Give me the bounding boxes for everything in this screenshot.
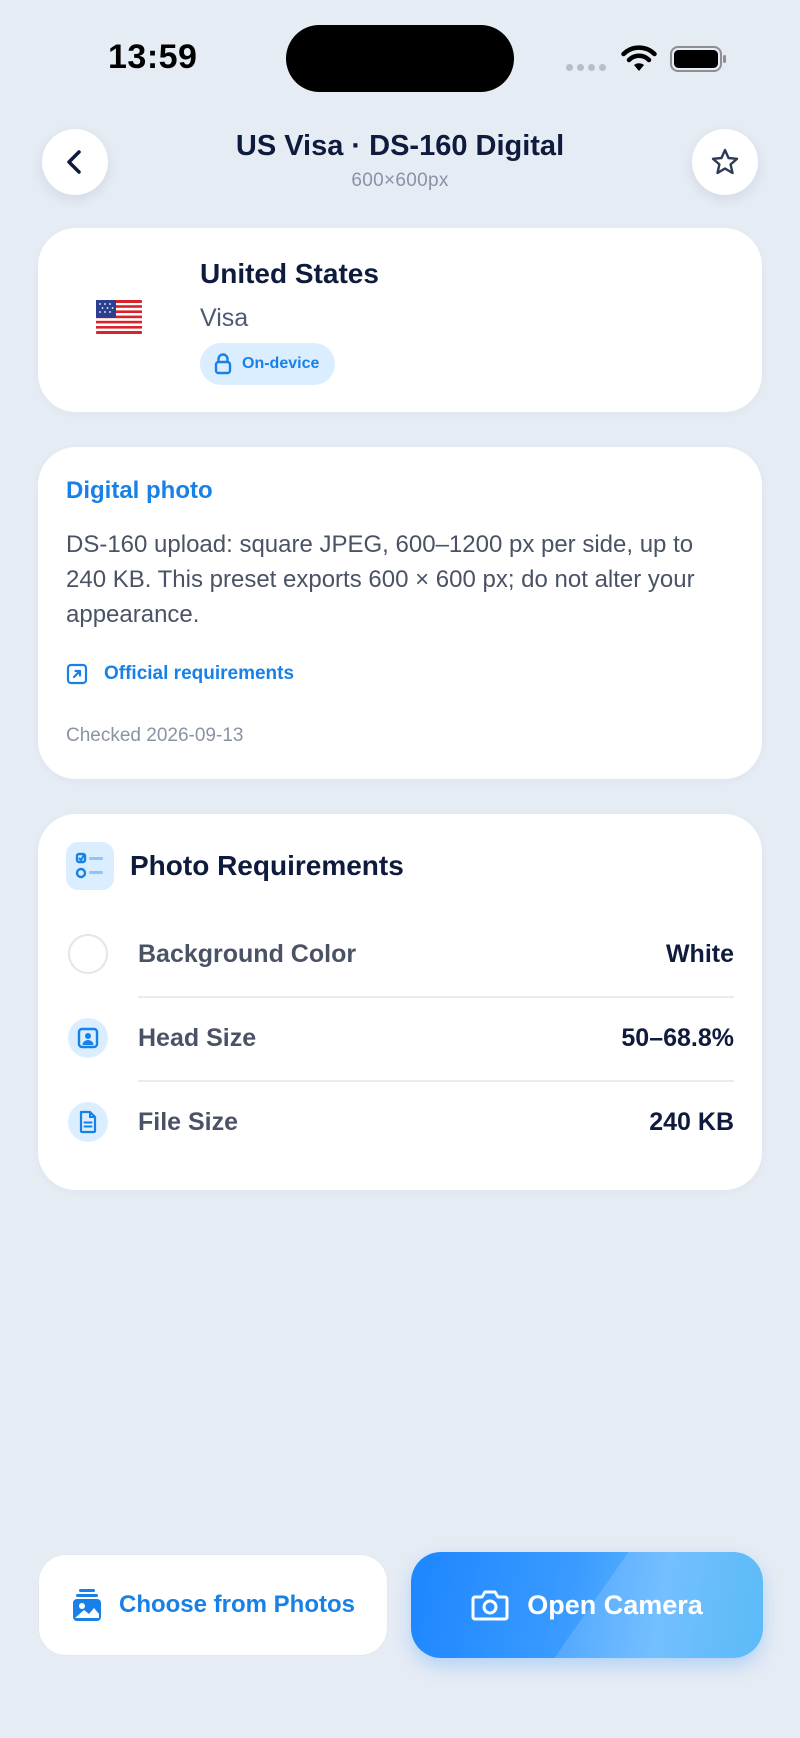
wifi-icon (621, 45, 657, 71)
requirement-row-head-size: Head Size 50–68.8% (66, 996, 734, 1080)
us-flag-icon (96, 300, 142, 334)
requirement-value: 50–68.8% (621, 1023, 734, 1052)
requirement-value: 240 KB (649, 1107, 734, 1136)
digital-photo-info-card: Digital photo DS-160 upload: square JPEG… (38, 447, 762, 779)
badge-label: On-device (242, 355, 320, 372)
open-camera-label: Open Camera (527, 1589, 703, 1620)
info-heading: Digital photo (66, 477, 213, 504)
portrait-icon (68, 1018, 108, 1058)
choose-from-photos-button[interactable]: Choose from Photos (38, 1554, 388, 1656)
official-requirements-link[interactable]: Official requirements (66, 663, 294, 685)
country-card: United States Visa On-device (38, 228, 762, 412)
document-type: Visa (200, 304, 249, 332)
status-time: 13:59 (108, 38, 198, 76)
checklist-icon (66, 842, 114, 890)
camera-icon (471, 1590, 509, 1621)
country-name: United States (200, 258, 379, 289)
official-requirements-label: Official requirements (104, 663, 295, 684)
requirement-row-file-size: File Size 240 KB (66, 1080, 734, 1164)
background-color-swatch (68, 934, 108, 974)
favorite-button[interactable] (692, 129, 758, 195)
on-device-badge: On-device (200, 343, 336, 385)
requirement-label: File Size (138, 1107, 239, 1136)
external-link-icon (66, 663, 88, 685)
choose-from-photos-label: Choose from Photos (118, 1591, 355, 1618)
dynamic-island (286, 25, 514, 92)
requirement-label: Head Size (138, 1023, 257, 1052)
page-title: US Visa · DS-160 Digital (235, 130, 565, 162)
info-body: DS-160 upload: square JPEG, 600–1200 px … (66, 531, 695, 628)
document-icon (68, 1102, 108, 1142)
requirement-value: White (665, 939, 734, 968)
requirement-label: Background Color (138, 939, 357, 968)
checked-date: Checked 2026-09-13 (66, 725, 244, 746)
requirements-title: Photo Requirements (130, 850, 404, 881)
battery-icon (670, 46, 726, 72)
open-camera-button[interactable]: Open Camera (411, 1552, 763, 1658)
photo-library-icon (72, 1589, 101, 1621)
page-subtitle: 600×600px (351, 170, 449, 191)
lock-icon (214, 353, 232, 375)
star-icon (711, 148, 739, 175)
cellular-signal-icon (566, 64, 606, 71)
requirement-row-background: Background Color White (66, 912, 734, 996)
photo-requirements-card: Photo Requirements Background Color Whit… (38, 814, 762, 1190)
